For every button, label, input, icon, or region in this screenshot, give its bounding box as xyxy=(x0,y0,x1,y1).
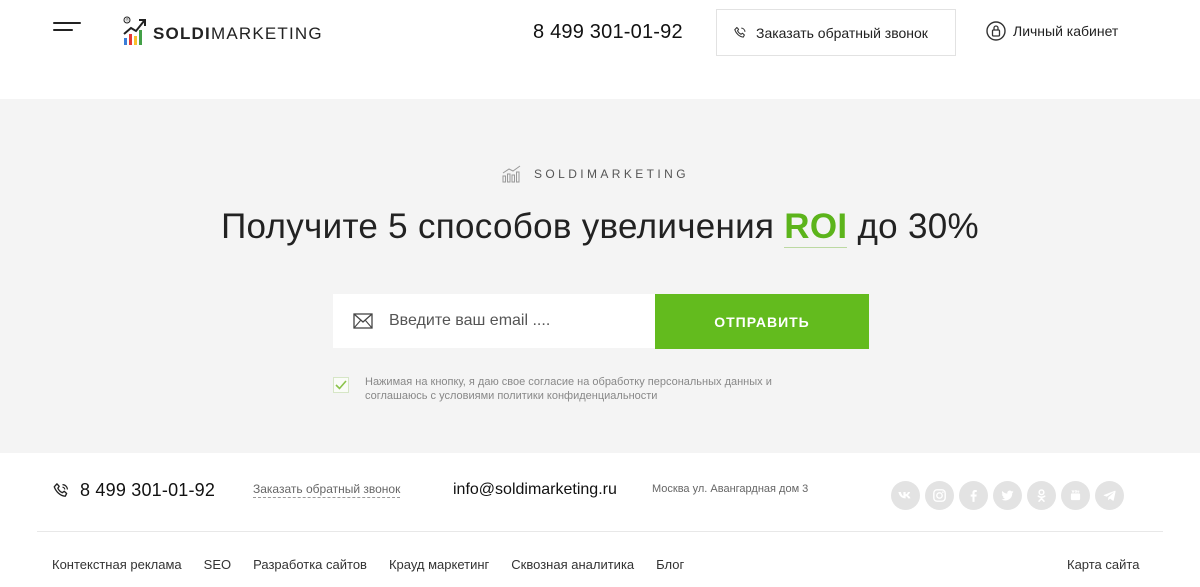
checkmark-icon xyxy=(335,380,347,390)
section-brand-label: SOLDIMARKETING xyxy=(534,167,689,181)
footer-divider xyxy=(37,531,1163,532)
footer-phone[interactable]: 8 499 301-01-92 xyxy=(52,480,215,501)
odnoklassniki-icon[interactable] xyxy=(1027,481,1056,510)
subscribe-section: SOLDIMARKETING Получите 5 способов увели… xyxy=(0,99,1200,453)
vk-icon[interactable] xyxy=(891,481,920,510)
footer-address: Москва ул. Авангардная дом 3 xyxy=(652,483,809,495)
burger-line xyxy=(53,22,81,24)
footer-nav: Контекстная реклама SEO Разработка сайто… xyxy=(52,557,684,572)
email-input[interactable] xyxy=(389,312,629,330)
footer-nav-context-ads[interactable]: Контекстная реклама xyxy=(52,557,182,572)
header-phone[interactable]: 8 499 301-01-92 xyxy=(533,21,683,44)
consent-text: Нажимая на кнопку, я даю свое согласие н… xyxy=(365,376,772,402)
cabinet-label: Личный кабинет xyxy=(1013,23,1119,39)
footer-callback-link[interactable]: Заказать обратный звонок xyxy=(253,482,401,498)
callback-button-label: Заказать обратный звонок xyxy=(756,24,928,41)
consent-checkbox[interactable] xyxy=(333,377,349,393)
section-brand: SOLDIMARKETING xyxy=(502,165,689,183)
social-links xyxy=(891,481,1124,510)
lock-icon xyxy=(986,21,1006,41)
consent-row: Нажимая на кнопку, я даю свое согласие н… xyxy=(333,375,825,403)
logo-chart-icon: ® xyxy=(123,16,146,45)
footer-email-link[interactable]: info@soldimarketing.ru xyxy=(453,481,617,499)
footer-nav-analytics[interactable]: Сквозная аналитика xyxy=(511,557,634,572)
footer-nav-web-development[interactable]: Разработка сайтов xyxy=(253,557,367,572)
footer-phone-number: 8 499 301-01-92 xyxy=(80,480,216,500)
footer-nav-seo[interactable]: SEO xyxy=(204,557,231,572)
hero-headline: Получите 5 способов увеличения ROI до 30… xyxy=(221,207,979,248)
email-field-wrapper xyxy=(333,294,655,348)
chart-logo-icon xyxy=(502,165,521,183)
personal-cabinet-link[interactable]: Личный кабинет xyxy=(986,20,1118,42)
footer-nav-blog[interactable]: Блог xyxy=(656,557,684,572)
phone-icon xyxy=(734,26,746,38)
facebook-icon[interactable] xyxy=(959,481,988,510)
footer-nav-crowd-marketing[interactable]: Крауд маркетинг xyxy=(389,557,489,572)
callback-button[interactable]: Заказать обратный звонок xyxy=(716,9,956,56)
site-footer: 8 499 301-01-92 Заказать обратный звонок… xyxy=(0,453,1200,587)
twitter-icon[interactable] xyxy=(993,481,1022,510)
burger-line xyxy=(53,29,73,31)
instagram-icon[interactable] xyxy=(925,481,954,510)
sitemap-link[interactable]: Карта сайта xyxy=(1067,557,1139,572)
envelope-icon xyxy=(353,313,373,329)
phone-icon xyxy=(53,482,68,497)
submit-button[interactable]: ОТПРАВИТЬ xyxy=(655,294,869,349)
youtube-icon[interactable] xyxy=(1061,481,1090,510)
site-header: ® SOLDIMARKETING 8 499 301-01-92 Заказат… xyxy=(0,0,1200,99)
logo-wordmark: SOLDIMARKETING xyxy=(153,23,323,43)
telegram-icon[interactable] xyxy=(1095,481,1124,510)
roi-highlight: ROI xyxy=(784,207,848,248)
site-logo[interactable]: ® SOLDIMARKETING xyxy=(123,15,323,47)
menu-burger-button[interactable] xyxy=(53,20,83,34)
